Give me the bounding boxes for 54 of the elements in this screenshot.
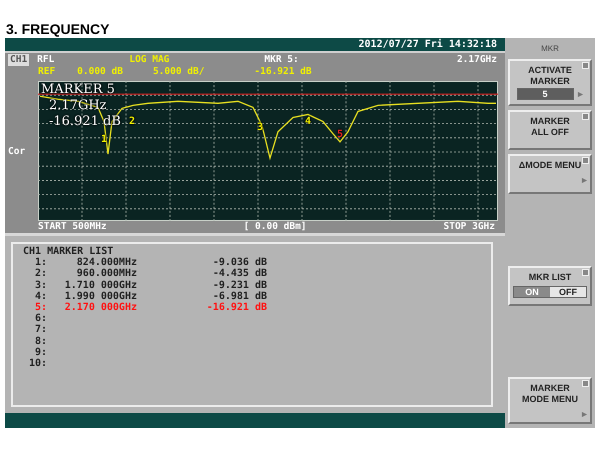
- softkey-menu-title: MKR: [540, 43, 560, 55]
- key-corner-icon: [582, 380, 589, 387]
- key-corner-icon: [582, 113, 589, 120]
- marker-frequency: 960.000MHz: [76, 268, 137, 280]
- marker-frequency: 1.990 000GHz: [64, 290, 137, 302]
- trace-marker: 2: [128, 116, 136, 127]
- page-title: 3. FREQUENCY: [5, 20, 110, 38]
- key-corner-icon: [582, 268, 589, 276]
- marker-index: 9:: [34, 346, 47, 358]
- marker-value: -4.435 dB: [212, 268, 267, 280]
- ref-label: REF: [38, 66, 56, 78]
- measurement-label: RFL: [37, 54, 54, 66]
- source-power: [ 0.00 dBm]: [244, 221, 307, 233]
- marker-index: 2:: [34, 268, 47, 280]
- marker-frequency: 1.710 000GHz: [64, 280, 137, 291]
- channel-label: CH1: [8, 54, 30, 66]
- marker-index: 4:: [34, 290, 47, 302]
- marker-frequency: 2.17GHz: [456, 54, 497, 66]
- ref-value: 0.000 dB: [77, 66, 123, 78]
- softkey-button[interactable]: MKR LIST ON OFF: [508, 266, 592, 306]
- softkey-button[interactable]: ACTIVATE MARKER 5: [508, 59, 592, 106]
- marker-value: -16.921 dB: [206, 302, 267, 314]
- marker-value: -9.231 dB: [212, 280, 267, 291]
- marker-index: 10:: [28, 358, 47, 370]
- marker-number-field[interactable]: 5: [516, 88, 574, 100]
- marker-list-title: CH1 MARKER LIST: [21, 246, 116, 258]
- marker-index: 7:: [34, 324, 47, 336]
- softkey-button[interactable]: ΔMODE MENU: [508, 154, 592, 194]
- trace-marker: 3: [256, 122, 264, 133]
- scale-value: 5.000 dB/: [152, 66, 204, 78]
- softkey-button[interactable]: MARKER MODE MENU: [508, 377, 592, 424]
- key-corner-icon: [582, 157, 589, 164]
- marker-frequency: 824.000MHz: [76, 257, 137, 268]
- marker-frequency: 2.170 000GHz: [64, 302, 137, 314]
- marker-label: MKR 5:: [264, 54, 299, 66]
- trace-marker: 4: [304, 116, 312, 127]
- marker-index: 1:: [34, 257, 47, 268]
- start-frequency: START 500MHz: [38, 221, 107, 233]
- format-label: LOG MAG: [129, 54, 170, 66]
- toggle-option[interactable]: OFF: [550, 286, 586, 296]
- marker-index: 8:: [34, 336, 47, 347]
- marker-index: 6:: [34, 313, 47, 324]
- marker-value: -16.921 dB: [254, 66, 312, 78]
- marker-index: 3:: [34, 280, 47, 291]
- marker-value: -9.036 dB: [212, 257, 267, 268]
- stop-frequency: STOP 3GHz: [444, 221, 495, 233]
- trace-marker: 5: [336, 130, 344, 140]
- marker-readout: MARKER 5: [41, 82, 115, 98]
- key-corner-icon: [582, 62, 589, 69]
- datetime: 2012/07/27 Fri 14:32:18: [358, 39, 497, 50]
- marker-value: -6.981 dB: [212, 290, 267, 302]
- softkey-button[interactable]: MARKER ALL OFF: [508, 110, 592, 150]
- marker-index: 5:: [34, 302, 47, 314]
- correction-label: Cor: [7, 146, 26, 156]
